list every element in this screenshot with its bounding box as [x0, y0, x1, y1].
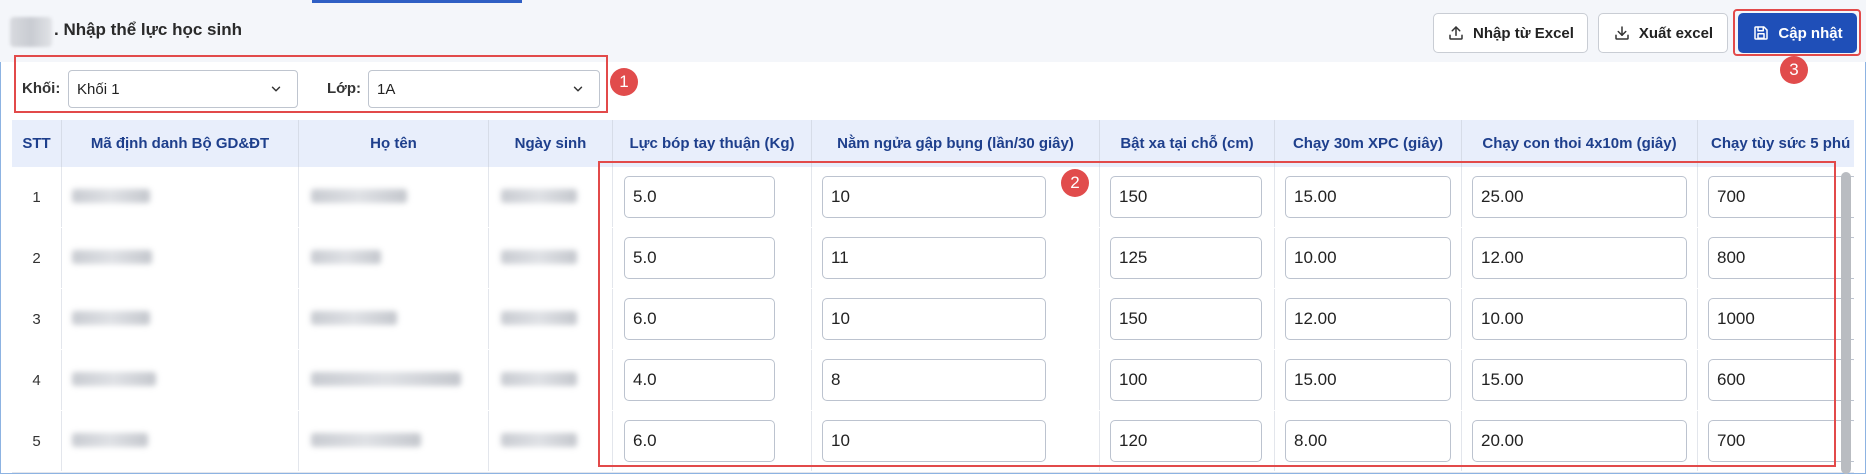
blurred-birth-date	[501, 189, 577, 203]
column-header-grip-strength: Lực bóp tay thuận (Kg)	[613, 120, 812, 167]
full-name-cell	[299, 228, 489, 288]
save-button[interactable]: Cập nhật	[1738, 13, 1857, 53]
row-number: 3	[12, 289, 62, 349]
callout-badge-2: 2	[1061, 169, 1089, 197]
grade-select-value: Khối 1	[77, 80, 120, 98]
full-name-cell	[299, 167, 489, 227]
score-inputs-highlight	[598, 161, 1836, 467]
student-id-cell	[62, 289, 299, 349]
full-name-cell	[299, 289, 489, 349]
active-tab-indicator	[312, 0, 522, 3]
blurred-birth-date	[501, 372, 577, 386]
birth-date-cell	[489, 350, 613, 410]
column-header-shuttle-run: Chạy con thoi 4x10m (giây)	[1462, 120, 1698, 167]
blurred-birth-date	[501, 433, 577, 447]
export-excel-button[interactable]: Xuất excel	[1598, 13, 1728, 53]
vertical-scrollbar[interactable]	[1841, 172, 1851, 474]
blurred-full-name	[311, 189, 407, 203]
blurred-birth-date	[501, 250, 577, 264]
row-number: 2	[12, 228, 62, 288]
export-excel-label: Xuất excel	[1638, 24, 1714, 42]
student-id-cell	[62, 411, 299, 471]
blurred-birth-date	[501, 311, 577, 325]
blurred-student-id	[72, 189, 150, 203]
student-id-cell	[62, 228, 299, 288]
birth-date-cell	[489, 228, 613, 288]
class-select[interactable]: 1A	[368, 70, 600, 108]
column-header-full-name: Họ tên	[299, 120, 489, 167]
blurred-student-id	[72, 250, 152, 264]
student-id-cell	[62, 350, 299, 410]
save-label: Cập nhật	[1778, 24, 1843, 42]
upload-icon	[1449, 26, 1463, 40]
blurred-full-name	[311, 311, 397, 325]
row-number: 1	[12, 167, 62, 227]
full-name-cell	[299, 411, 489, 471]
column-header-student-id: Mã định danh Bộ GD&ĐT	[62, 120, 299, 167]
download-icon	[1615, 26, 1629, 40]
grade-select[interactable]: Khối 1	[68, 70, 298, 108]
class-select-value: 1A	[377, 80, 396, 98]
column-header-long-jump: Bật xa tại chỗ (cm)	[1100, 120, 1275, 167]
birth-date-cell	[489, 289, 613, 349]
header-bar: . Nhập thể lực học sinh Nhập từ Excel Xu…	[0, 0, 1866, 62]
import-excel-label: Nhập từ Excel	[1473, 24, 1574, 42]
column-header-sprint-30m: Chạy 30m XPC (giây)	[1275, 120, 1462, 167]
birth-date-cell	[489, 167, 613, 227]
blurred-full-name	[311, 372, 461, 386]
chevron-down-icon	[573, 86, 583, 92]
column-header-stt: STT	[12, 120, 62, 167]
callout-badge-3: 3	[1780, 56, 1808, 84]
import-excel-button[interactable]: Nhập từ Excel	[1433, 13, 1588, 53]
page-title: . Nhập thể lực học sinh	[54, 20, 242, 39]
birth-date-cell	[489, 411, 613, 471]
blurred-full-name	[311, 250, 381, 264]
column-header-birth-date: Ngày sinh	[489, 120, 613, 167]
callout-badge-1: 1	[610, 68, 638, 96]
full-name-cell	[299, 350, 489, 410]
column-header-situps: Nằm ngửa gập bụng (lần/30 giây)	[812, 120, 1100, 167]
row-number: 5	[12, 411, 62, 471]
blurred-student-id	[72, 311, 150, 325]
chevron-down-icon	[271, 86, 281, 92]
save-icon	[1754, 26, 1769, 40]
class-label: Lớp:	[327, 80, 361, 97]
column-header-endurance-run: Chạy tùy sức 5 phú	[1711, 135, 1851, 152]
blurred-student-id	[72, 433, 148, 447]
student-id-cell	[62, 167, 299, 227]
row-number: 4	[12, 350, 62, 410]
grade-label: Khối:	[22, 80, 61, 97]
blurred-breadcrumb	[10, 17, 52, 47]
blurred-student-id	[72, 372, 156, 386]
blurred-full-name	[311, 433, 421, 447]
